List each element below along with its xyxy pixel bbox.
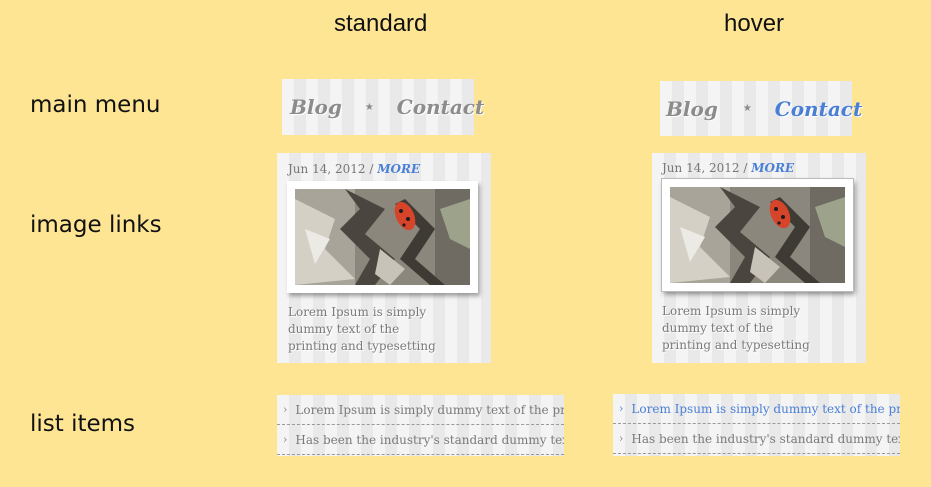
image-link-frame[interactable] (287, 181, 478, 293)
chevron-right-icon: › (283, 433, 288, 446)
post-date: Jun 14, 2012 (662, 161, 740, 175)
list-item-text: Has been the industry's standard dummy t… (631, 431, 900, 446)
list-items-hover: › Lorem Ipsum is simply dummy text of th… (613, 394, 900, 456)
image-link-card-standard: Jun 14, 2012 / MORE Lorem Ipsum is simpl… (277, 153, 491, 363)
menu-item-contact[interactable]: Contact (397, 95, 484, 119)
image-link-card-hover: Jun 14, 2012 / MORE Lorem Ipsum is simpl… (652, 153, 866, 363)
post-excerpt: Lorem Ipsum is simply dummy text of the … (288, 304, 436, 355)
row-label-main-menu: main menu (30, 92, 161, 118)
main-menu-hover: Blog ★ Contact (660, 81, 862, 136)
list-items-standard: › Lorem Ipsum is simply dummy text of th… (277, 395, 564, 456)
list-item-text: Lorem Ipsum is simply dummy text of the … (631, 401, 900, 416)
column-header-standard: standard (334, 10, 428, 37)
menu-item-contact-hover[interactable]: Contact (775, 97, 862, 121)
list-item[interactable]: › Lorem Ipsum is simply dummy text of th… (277, 395, 564, 425)
more-link[interactable]: MORE (751, 161, 794, 175)
more-link[interactable]: MORE (377, 162, 420, 176)
meta-slash: / (743, 161, 748, 175)
row-label-image-links: image links (30, 212, 162, 238)
row-label-list-items: list items (30, 411, 136, 437)
excerpt-line-1: Lorem Ipsum is simply (662, 304, 801, 318)
main-menu-standard: Blog ★ Contact (282, 79, 484, 135)
list-item-text: Has been the industry's standard dummy t… (295, 432, 564, 447)
excerpt-line-3: printing and typesetting (288, 339, 436, 353)
excerpt-line-2: dummy text of the (662, 321, 774, 335)
chevron-right-icon: › (283, 403, 288, 416)
meta-slash: / (369, 162, 374, 176)
excerpt-line-1: Lorem Ipsum is simply (288, 305, 427, 319)
image-link-frame-hover[interactable] (662, 179, 853, 291)
menu-item-blog[interactable]: Blog (290, 95, 342, 119)
star-separator-icon: ★ (364, 101, 374, 113)
column-header-hover: hover (724, 10, 785, 37)
bug-on-bark-photo (670, 187, 845, 283)
post-date: Jun 14, 2012 (288, 162, 366, 176)
list-item[interactable]: › Has been the industry's standard dummy… (277, 425, 564, 455)
post-meta: Jun 14, 2012 / MORE (288, 162, 420, 176)
menu-item-blog[interactable]: Blog (666, 97, 718, 121)
bug-on-bark-photo (295, 189, 470, 285)
star-separator-icon: ★ (742, 103, 752, 114)
list-item-text: Lorem Ipsum is simply dummy text of the … (295, 402, 564, 417)
chevron-right-icon: › (619, 402, 624, 415)
chevron-right-icon: › (619, 432, 624, 445)
list-item[interactable]: › Has been the industry's standard dummy… (613, 424, 900, 454)
excerpt-line-3: printing and typesetting (662, 338, 810, 352)
excerpt-line-2: dummy text of the (288, 322, 400, 336)
post-meta: Jun 14, 2012 / MORE (662, 161, 794, 175)
post-excerpt: Lorem Ipsum is simply dummy text of the … (662, 303, 810, 354)
list-item-hover[interactable]: › Lorem Ipsum is simply dummy text of th… (613, 394, 900, 424)
